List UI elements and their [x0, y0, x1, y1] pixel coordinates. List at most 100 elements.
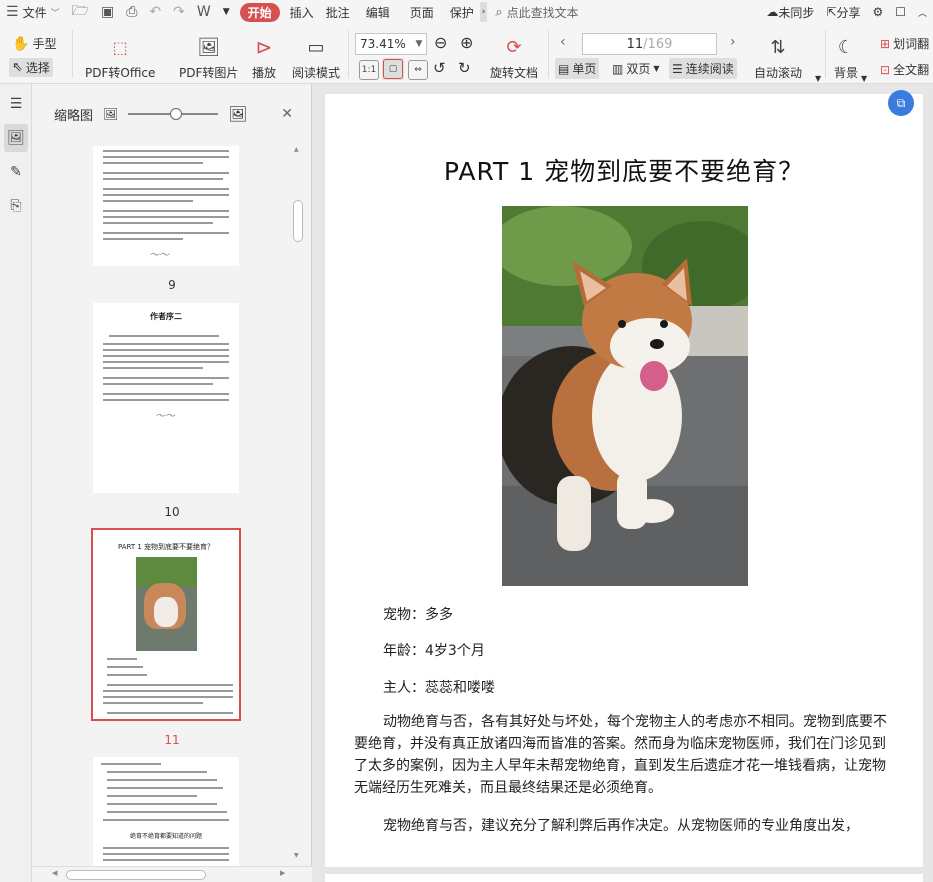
pdf-to-image-button[interactable]: 🖼 PDF转图片: [179, 34, 238, 81]
search-placeholder: 点此查找文本: [506, 5, 579, 20]
word-icon: W: [196, 4, 211, 20]
auto-scroll-button[interactable]: ⇅ 自动滚动: [754, 34, 802, 81]
background-dropdown[interactable]: ▼: [861, 74, 867, 83]
file-menu[interactable]: ☰ 文件 ﹀: [0, 0, 66, 24]
thumbnail-horizontal-scrollbar[interactable]: ◀ ▶: [32, 866, 312, 882]
zoom-select[interactable]: 73.41% ▼: [355, 33, 427, 55]
thumbnails-button[interactable]: 🖼: [4, 124, 28, 152]
close-icon[interactable]: ✕: [281, 106, 293, 122]
hand-icon: ✋: [12, 35, 30, 52]
moon-icon: ☾: [837, 36, 855, 58]
fit-page-button[interactable]: ▢: [382, 58, 404, 80]
pen-icon: ✎: [10, 164, 22, 180]
background-button[interactable]: ☾ 背景: [833, 34, 859, 81]
feedback-button[interactable]: ☐: [889, 0, 912, 24]
slider-knob[interactable]: [170, 108, 183, 120]
scroll-left-icon[interactable]: ◀: [52, 869, 57, 877]
double-page-icon: ▥: [612, 61, 624, 76]
thumbnail-panel-title: 缩略图: [54, 108, 94, 124]
chevron-down-icon: ﹀: [50, 8, 60, 19]
export-word-button[interactable]: W: [191, 0, 217, 24]
rotate-document-icon: ⟳: [506, 36, 522, 58]
fit-width-button[interactable]: ⇔: [408, 60, 428, 80]
scroll-right-icon[interactable]: ▶: [280, 869, 285, 877]
thumbnail-page-9[interactable]: ～～: [93, 146, 239, 266]
rotate-right-button[interactable]: ↻: [458, 59, 471, 77]
search-box[interactable]: ⌕ 点此查找文本: [487, 4, 586, 21]
rotate-document-button[interactable]: ⟳ 旋转文档: [490, 34, 538, 81]
pdf-to-image-label: PDF转图片: [179, 66, 239, 80]
scrollbar-thumb[interactable]: [293, 200, 303, 242]
thumbnail-size-slider[interactable]: [128, 108, 219, 120]
annotations-button[interactable]: ✎: [4, 158, 28, 186]
open-folder-button[interactable]: 🗁: [66, 0, 95, 24]
pet-age-line: 年龄：4岁3个月: [383, 643, 485, 659]
read-mode-button[interactable]: ▭ 阅读模式: [292, 34, 340, 81]
image-icon: 🖼: [197, 36, 221, 58]
scroll-down-icon[interactable]: ▼: [294, 852, 299, 859]
floating-tool-button[interactable]: ⧉: [888, 90, 914, 116]
tab-annotate[interactable]: 批注: [320, 0, 356, 24]
next-page-button[interactable]: ›: [730, 34, 736, 50]
quick-access-dropdown[interactable]: ▼: [217, 0, 236, 24]
pdf-to-office-button[interactable]: ⬚ PDF转Office: [85, 34, 155, 81]
collapse-ribbon-button[interactable]: ︿: [912, 0, 933, 24]
print-icon: ⎙: [126, 4, 138, 20]
tab-edit[interactable]: 编辑: [356, 0, 400, 24]
sync-button[interactable]: ☁ 未同步: [760, 0, 820, 24]
corgi-photo: [502, 206, 748, 586]
scroll-up-icon[interactable]: ▲: [294, 146, 299, 153]
undo-icon: ↶: [149, 4, 162, 20]
ribbon-toolbar: ✋ 手型 ⇖ 选择 ⬚ PDF转Office 🖼 PDF转图片 ⊳ 播放 ▭ 阅…: [0, 24, 933, 84]
file-menu-label: 文件: [22, 5, 47, 20]
full-translate-button[interactable]: ⊡ 全文翻: [880, 61, 929, 78]
prev-page-button[interactable]: ‹: [560, 34, 566, 50]
print-button[interactable]: ⎙: [120, 0, 143, 24]
undo-button[interactable]: ↶: [143, 0, 167, 24]
thumbnail-icon: 🖼: [7, 130, 25, 146]
single-page-button[interactable]: ▤ 单页: [555, 58, 600, 79]
thumbnail-panel: 缩略图 🖼 🖼 ✕ ～～ 9 作者序二 ～～ 10 PART 1 宠物到底要不要…: [32, 84, 312, 882]
rotate-left-button[interactable]: ↺: [433, 59, 446, 77]
attachments-button[interactable]: ⎘: [4, 192, 28, 220]
folder-icon: 🗁: [71, 3, 89, 19]
thumbnail-page-11[interactable]: PART 1 宠物到底要不要绝育？: [91, 528, 241, 721]
zoom-in-button[interactable]: ⊕: [460, 33, 473, 52]
thumbnail-label: 9: [168, 278, 176, 292]
scrollbar-thumb[interactable]: [66, 870, 206, 880]
play-button[interactable]: ⊳ 播放: [251, 34, 277, 81]
document-viewport[interactable]: PART 1 宠物到底要不要绝育？ 宠物：多多 年龄：4岁3个月 主人：蕊蕊和喽…: [313, 84, 933, 882]
bookmarks-button[interactable]: ☰: [4, 90, 28, 118]
tab-protect[interactable]: 保护: [444, 0, 480, 24]
tab-page[interactable]: 页面: [400, 0, 444, 24]
actual-size-button[interactable]: 1:1: [359, 60, 379, 80]
rotate-right-icon: ↻: [458, 59, 471, 77]
tab-insert[interactable]: 插入: [284, 0, 320, 24]
cloud-icon: ☁: [766, 5, 779, 19]
book-icon: ▭: [307, 36, 325, 58]
thumbnail-vertical-scrollbar[interactable]: ▲ ▼: [290, 144, 305, 862]
full-translate-label: 全文翻: [893, 63, 930, 77]
page-number-input[interactable]: 11 /169: [582, 33, 717, 55]
auto-scroll-dropdown[interactable]: ▼: [815, 74, 821, 83]
continuous-read-button[interactable]: ☰ 连续阅读: [669, 58, 737, 79]
hand-tool-button[interactable]: ✋ 手型: [12, 35, 56, 52]
save-button[interactable]: ▣: [95, 0, 120, 24]
more-tabs-button[interactable]: ›: [479, 2, 488, 22]
thumbnail-page-12[interactable]: 绝育不绝育都要知道的问题: [93, 757, 239, 866]
auto-scroll-label: 自动滚动: [754, 66, 803, 80]
translate-full-icon: ⊡: [880, 62, 891, 77]
tab-home[interactable]: 开始: [239, 2, 280, 22]
thumbnail-page-10[interactable]: 作者序二 ～～: [93, 303, 239, 493]
share-button[interactable]: ⇱ 分享: [820, 0, 866, 24]
caret-down-icon: ▼: [415, 39, 423, 49]
redo-button[interactable]: ↷: [167, 0, 191, 24]
double-page-button[interactable]: ▥ 双页 ▼: [612, 60, 660, 77]
select-tool-label: 选择: [25, 61, 50, 75]
word-translate-button[interactable]: ⊞ 划词翻: [880, 35, 929, 52]
zoom-out-button[interactable]: ⊖: [434, 33, 447, 52]
settings-button[interactable]: ⚙: [866, 0, 889, 24]
zoom-in-icon: ⊕: [460, 33, 474, 52]
fit-width-icon: ⇔: [408, 60, 428, 80]
select-tool-button[interactable]: ⇖ 选择: [9, 58, 53, 77]
